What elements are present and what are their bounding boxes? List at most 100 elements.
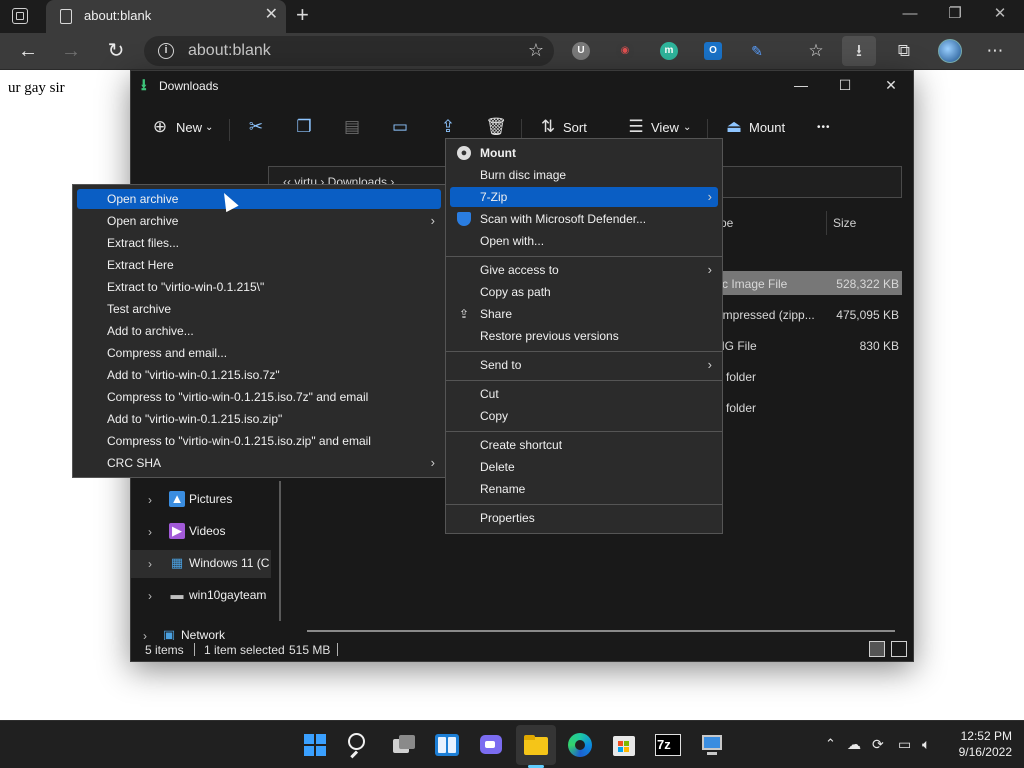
- chevron-up-icon[interactable]: ⌃: [825, 735, 836, 753]
- pane-splitter[interactable]: [279, 481, 281, 621]
- menu-item-properties[interactable]: Properties: [450, 508, 718, 528]
- tab-actions-icon[interactable]: [12, 8, 28, 24]
- edge-icon[interactable]: [566, 731, 594, 759]
- menu-item-7zip[interactable]: 7-Zip ›: [450, 187, 718, 207]
- paste-icon[interactable]: ▤: [341, 117, 363, 137]
- chevron-right-icon[interactable]: ›: [148, 589, 152, 603]
- nav-item-videos[interactable]: › ▶ Videos: [131, 518, 271, 546]
- horizontal-scrollbar[interactable]: [307, 630, 895, 632]
- info-icon[interactable]: i: [158, 43, 174, 59]
- menu-item-compress-email[interactable]: Compress and email...: [77, 343, 441, 363]
- file-explorer-icon[interactable]: [522, 731, 550, 759]
- chevron-right-icon[interactable]: ›: [148, 493, 152, 507]
- column-separator[interactable]: [826, 211, 827, 235]
- menu-item-open-archive[interactable]: Open archive: [77, 189, 441, 209]
- menu-item-open-archive-submenu[interactable]: Open archive ›: [77, 211, 441, 231]
- nav-item-network[interactable]: › ▣ Network: [131, 622, 271, 640]
- tiles-view-icon[interactable]: [891, 641, 907, 657]
- 7zip-app-icon[interactable]: 7z: [654, 731, 682, 759]
- menu-item-rename[interactable]: Rename: [450, 479, 718, 499]
- display-icon[interactable]: ▭: [898, 735, 911, 753]
- delete-icon[interactable]: 🗑: [485, 117, 507, 137]
- remote-desktop-icon[interactable]: [698, 731, 726, 759]
- address-bar[interactable]: i about:blank ☆: [144, 36, 554, 66]
- back-button[interactable]: ←: [15, 39, 41, 63]
- menu-item-restore-versions[interactable]: Restore previous versions: [450, 326, 718, 346]
- more-menu-icon[interactable]: ⋯: [984, 40, 1006, 62]
- menu-item-copy-as-path[interactable]: Copy as path: [450, 282, 718, 302]
- outlook-extension-icon[interactable]: O: [704, 42, 722, 60]
- nav-item-windows-drive[interactable]: › ▦ Windows 11 (C: [131, 550, 271, 578]
- menu-item-defender-scan[interactable]: Scan with Microsoft Defender...: [450, 209, 718, 229]
- search-icon[interactable]: [345, 731, 373, 759]
- menu-item-compress-7z-email[interactable]: Compress to "virtio-win-0.1.215.iso.7z" …: [77, 387, 441, 407]
- add-favorite-icon[interactable]: ☆: [528, 40, 544, 60]
- menu-item-copy[interactable]: Copy: [450, 406, 718, 426]
- explorer-maximize-button[interactable]: ☐: [835, 77, 855, 93]
- new-tab-button[interactable]: +: [296, 4, 309, 26]
- cut-icon[interactable]: ✂: [245, 117, 267, 137]
- pen-extension-icon[interactable]: ✎: [748, 42, 766, 60]
- favorites-icon[interactable]: ☆: [805, 40, 827, 62]
- collections-icon[interactable]: ⧉: [893, 40, 915, 62]
- menu-item-cut[interactable]: Cut: [450, 384, 718, 404]
- sort-button[interactable]: Sort: [563, 119, 587, 137]
- task-view-icon[interactable]: [390, 731, 418, 759]
- m-extension-icon[interactable]: m: [660, 42, 678, 60]
- chevron-right-icon[interactable]: ›: [148, 525, 152, 539]
- more-options-button[interactable]: •••: [817, 119, 831, 137]
- restore-button[interactable]: ❐: [945, 4, 965, 24]
- menu-item-crc-sha[interactable]: CRC SHA ›: [77, 453, 441, 473]
- menu-item-mount[interactable]: ● Mount: [450, 143, 718, 163]
- glasses-extension-icon[interactable]: ◉: [616, 42, 634, 60]
- menu-item-test-archive[interactable]: Test archive: [77, 299, 441, 319]
- start-icon[interactable]: [301, 731, 329, 759]
- column-header-size[interactable]: Size: [833, 216, 856, 230]
- explorer-minimize-button[interactable]: —: [791, 77, 811, 93]
- new-button[interactable]: New: [176, 119, 202, 137]
- details-view-icon[interactable]: [869, 641, 885, 657]
- explorer-close-button[interactable]: ✕: [881, 77, 901, 93]
- menu-item-delete[interactable]: Delete: [450, 457, 718, 477]
- menu-item-add-to-zip[interactable]: Add to "virtio-win-0.1.215.iso.zip": [77, 409, 441, 429]
- refresh-button[interactable]: ↻: [103, 39, 129, 63]
- nav-item-network-drive[interactable]: › ▬ win10gayteam: [131, 582, 271, 610]
- menu-item-send-to[interactable]: Send to ›: [450, 355, 718, 375]
- menu-item-share[interactable]: ⇪ Share: [450, 304, 718, 324]
- copy-icon[interactable]: ❐: [293, 117, 315, 137]
- onedrive-icon[interactable]: ☁: [847, 735, 861, 753]
- menu-item-label: Give access to: [480, 263, 559, 277]
- menu-item-open-with[interactable]: Open with...: [450, 231, 718, 251]
- menu-item-add-to-archive[interactable]: Add to archive...: [77, 321, 441, 341]
- ublock-extension-icon[interactable]: U: [572, 42, 590, 60]
- address-text[interactable]: about:blank: [188, 42, 271, 60]
- menu-item-burn-disc[interactable]: Burn disc image: [450, 165, 718, 185]
- close-window-button[interactable]: ✕: [990, 4, 1010, 24]
- menu-item-extract-files[interactable]: Extract files...: [77, 233, 441, 253]
- view-button[interactable]: View: [651, 119, 679, 137]
- chevron-right-icon[interactable]: ›: [148, 557, 152, 571]
- nav-item-pictures[interactable]: › ▲ Pictures: [131, 486, 271, 514]
- store-icon[interactable]: [610, 731, 638, 759]
- tab-close-icon[interactable]: ✕: [265, 7, 278, 23]
- volume-icon[interactable]: 🔈︎: [922, 735, 930, 753]
- browser-tab[interactable]: about:blank ✕: [46, 0, 286, 33]
- menu-item-extract-to[interactable]: Extract to "virtio-win-0.1.215\": [77, 277, 441, 297]
- menu-item-add-to-7z[interactable]: Add to "virtio-win-0.1.215.iso.7z": [77, 365, 441, 385]
- system-clock[interactable]: 12:52 PM 9/16/2022: [950, 728, 1012, 760]
- share-icon[interactable]: ⇪: [437, 117, 459, 137]
- minimize-button[interactable]: —: [900, 4, 920, 24]
- downloads-icon[interactable]: ⭳: [848, 40, 870, 62]
- menu-item-create-shortcut[interactable]: Create shortcut: [450, 435, 718, 455]
- forward-button[interactable]: →: [58, 39, 84, 63]
- chat-icon[interactable]: [477, 731, 505, 759]
- menu-item-extract-here[interactable]: Extract Here: [77, 255, 441, 275]
- menu-item-give-access[interactable]: Give access to ›: [450, 260, 718, 280]
- mount-button[interactable]: Mount: [749, 119, 785, 137]
- profile-avatar[interactable]: [938, 39, 962, 63]
- widgets-icon[interactable]: [433, 731, 461, 759]
- menu-item-label: Scan with Microsoft Defender...: [480, 212, 647, 226]
- sync-alert-icon[interactable]: ⟳: [872, 735, 884, 753]
- rename-icon[interactable]: ▭: [389, 117, 411, 137]
- menu-item-compress-zip-email[interactable]: Compress to "virtio-win-0.1.215.iso.zip"…: [77, 431, 441, 451]
